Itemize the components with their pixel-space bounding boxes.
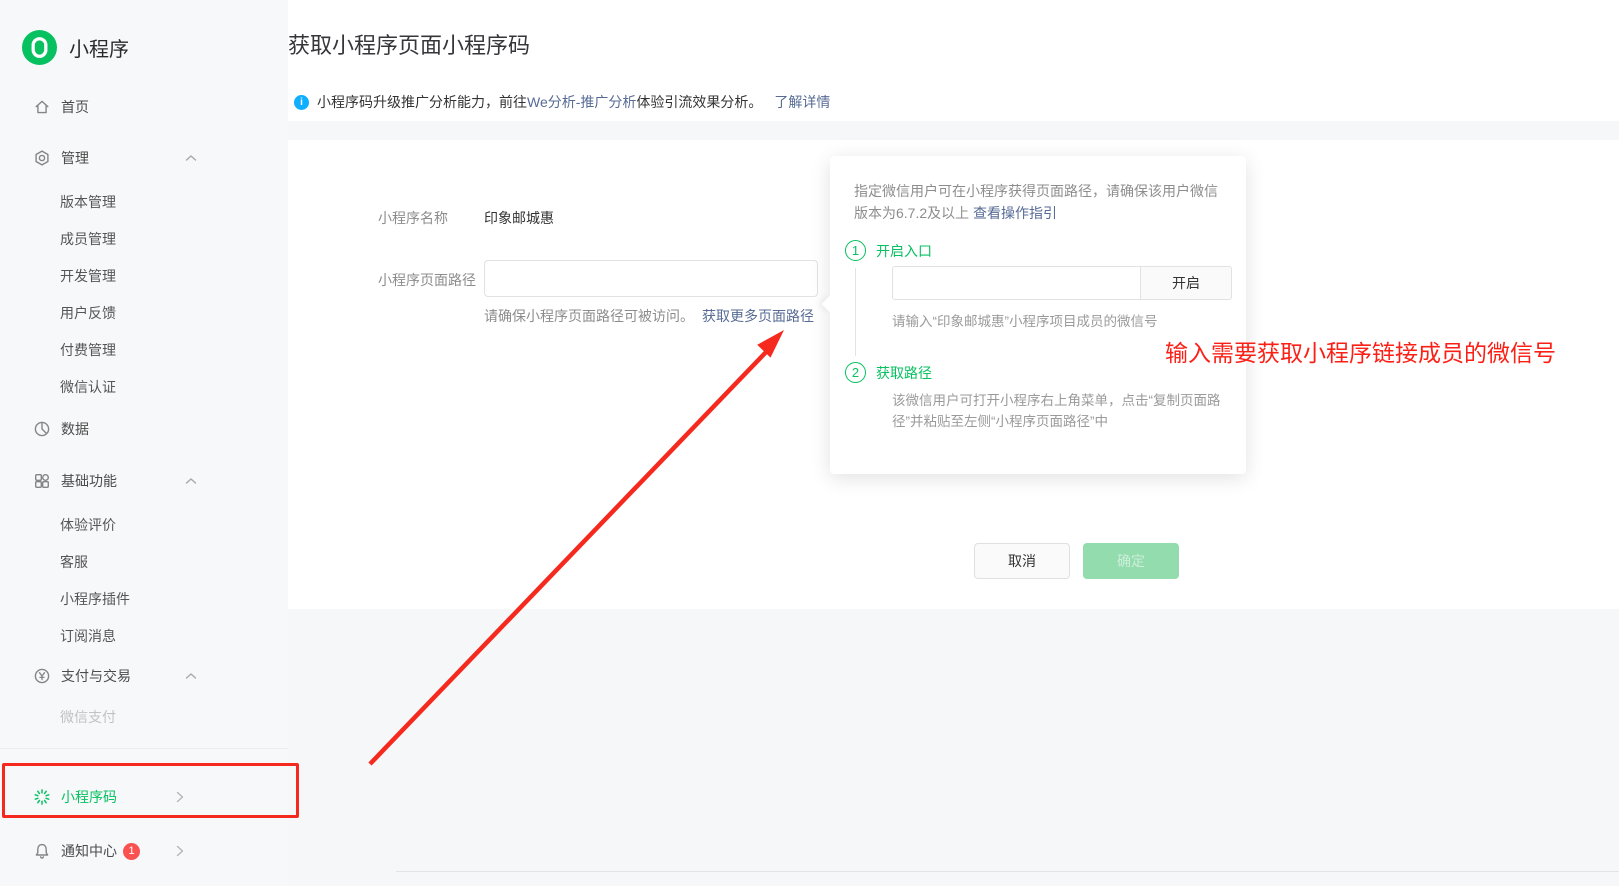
- data-icon: [33, 420, 51, 438]
- miniprogram-name-label: 小程序名称: [378, 208, 448, 228]
- sidebar-item-label: 用户反馈: [60, 303, 116, 323]
- chevron-right-icon: [176, 845, 184, 857]
- info-icon: i: [294, 95, 309, 110]
- wechat-id-input[interactable]: [892, 266, 1141, 300]
- chevron-up-icon[interactable]: [185, 478, 197, 485]
- sidebar-item-label: 数据: [61, 419, 89, 439]
- apps-grid-icon: [33, 472, 51, 490]
- hint-text: 请确保小程序页面路径可被访问。: [484, 308, 694, 324]
- sidebar-item-payment-trade[interactable]: 支付与交易: [0, 654, 288, 698]
- sidebar-item-label: 成员管理: [60, 229, 116, 249]
- notification-badge: 1: [123, 843, 140, 860]
- chevron-up-icon[interactable]: [185, 155, 197, 162]
- miniprogram-name-value: 印象邮城惠: [484, 208, 554, 228]
- wechat-id-input-group: 开启: [892, 266, 1232, 300]
- step1-title: 开启入口: [876, 241, 932, 261]
- sidebar-item-label: 体验评价: [60, 515, 116, 535]
- sidebar-item-pay-manage[interactable]: 付费管理: [0, 331, 288, 368]
- sidebar-item-minicode[interactable]: 小程序码: [0, 775, 288, 819]
- open-button[interactable]: 开启: [1141, 266, 1232, 300]
- sidebar-item-label: 首页: [61, 97, 89, 117]
- app-logo: 小程序: [0, 0, 288, 65]
- main-content: 获取小程序页面小程序码 i 小程序码升级推广分析能力，前往We分析-推广分析体验…: [288, 0, 1619, 886]
- sidebar-item-wechat-verify[interactable]: 微信认证: [0, 368, 288, 405]
- app-title: 小程序: [69, 33, 129, 62]
- sidebar-item-wechat-pay[interactable]: 微信支付: [0, 698, 288, 735]
- miniprogram-logo-icon: [22, 30, 57, 65]
- sidebar-item-label: 付费管理: [60, 340, 116, 360]
- sidebar-item-dev-manage[interactable]: 开发管理: [0, 257, 288, 294]
- manage-icon: [33, 149, 51, 167]
- get-more-paths-link[interactable]: 获取更多页面路径: [702, 308, 814, 324]
- sidebar-item-data[interactable]: 数据: [0, 407, 288, 451]
- sidebar-item-label: 订阅消息: [60, 626, 116, 646]
- sidebar-item-label: 小程序码: [61, 787, 117, 807]
- wechat-miniprogram-console: { "app": { "logo_title": "小程序" }, "sideb…: [0, 0, 1619, 886]
- step2-header: 2 获取路径: [845, 362, 932, 383]
- sidebar-item-home[interactable]: 首页: [0, 85, 288, 129]
- sidebar: 小程序 首页 管理 版本管理 成员管理 开发管理 用户反馈 付费管理 微信认证: [0, 0, 288, 886]
- sidebar-item-label: 管理: [61, 148, 89, 168]
- sidebar-nav: 首页 管理 版本管理 成员管理 开发管理 用户反馈 付费管理 微信认证 数据: [0, 85, 288, 735]
- step-connector-line: [855, 268, 856, 356]
- annotation-note: 输入需要获取小程序链接成员的微信号: [1165, 334, 1556, 368]
- sidebar-item-basic-features[interactable]: 基础功能: [0, 459, 288, 503]
- banner-text: 小程序码升级推广分析能力，前往: [317, 92, 527, 112]
- sidebar-item-customer-service[interactable]: 客服: [0, 543, 288, 580]
- sidebar-item-subscribe-message[interactable]: 订阅消息: [0, 617, 288, 654]
- sidebar-item-label: 微信支付: [60, 707, 116, 727]
- sidebar-item-label: 支付与交易: [61, 666, 131, 686]
- sidebar-pinned-section: 小程序码 通知中心 1: [0, 748, 288, 873]
- popover-intro: 指定微信用户可在小程序获得页面路径，请确保该用户微信版本为6.7.2及以上 查看…: [854, 180, 1226, 224]
- step1-hint: 请输入“印象邮城惠”小程序项目成员的微信号: [892, 310, 1158, 330]
- minicode-burst-icon: [33, 788, 51, 806]
- view-guide-link[interactable]: 查看操作指引: [973, 205, 1057, 221]
- sidebar-item-user-feedback[interactable]: 用户反馈: [0, 294, 288, 331]
- page-path-input[interactable]: [484, 260, 818, 297]
- sidebar-item-label: 客服: [60, 552, 88, 572]
- sidebar-item-version-manage[interactable]: 版本管理: [0, 183, 288, 220]
- step2-number: 2: [845, 362, 866, 383]
- footer-divider: [396, 871, 1619, 872]
- sidebar-item-label: 小程序插件: [60, 589, 130, 609]
- step1-header: 1 开启入口: [845, 240, 932, 261]
- step2-title: 获取路径: [876, 363, 932, 383]
- banner-link-we-analysis[interactable]: We分析-推广分析: [527, 92, 636, 112]
- get-path-popover: 指定微信用户可在小程序获得页面路径，请确保该用户微信版本为6.7.2及以上 查看…: [830, 156, 1246, 474]
- sidebar-item-label: 基础功能: [61, 471, 117, 491]
- step2-description: 该微信用户可打开小程序右上角菜单，点击“复制页面路径”并粘贴至左侧“小程序页面路…: [892, 390, 1246, 432]
- page-title: 获取小程序页面小程序码: [288, 28, 1619, 60]
- sidebar-item-label: 开发管理: [60, 266, 116, 286]
- banner-text: 体验引流效果分析。: [636, 92, 762, 112]
- yuan-pay-icon: [33, 667, 51, 685]
- page-path-hint: 请确保小程序页面路径可被访问。获取更多页面路径: [484, 306, 814, 326]
- page-path-label: 小程序页面路径: [378, 270, 476, 290]
- sidebar-item-plugins[interactable]: 小程序插件: [0, 580, 288, 617]
- confirm-button-disabled[interactable]: 确定: [1083, 543, 1179, 579]
- sidebar-item-notification-center[interactable]: 通知中心 1: [0, 829, 288, 873]
- banner-link-learn-more[interactable]: 了解详情: [774, 92, 830, 112]
- sidebar-item-manage[interactable]: 管理: [0, 136, 288, 180]
- notice-banner: i 小程序码升级推广分析能力，前往We分析-推广分析体验引流效果分析。了解详情: [288, 83, 1619, 121]
- chevron-up-icon[interactable]: [185, 673, 197, 680]
- sidebar-item-experience-review[interactable]: 体验评价: [0, 506, 288, 543]
- home-icon: [33, 98, 51, 116]
- sidebar-item-label: 微信认证: [60, 377, 116, 397]
- sidebar-item-label: 通知中心: [61, 841, 117, 861]
- chevron-right-icon: [176, 791, 184, 803]
- cancel-button[interactable]: 取消: [974, 543, 1070, 579]
- sidebar-item-label: 版本管理: [60, 192, 116, 212]
- sidebar-item-member-manage[interactable]: 成员管理: [0, 220, 288, 257]
- page-header: 获取小程序页面小程序码: [288, 0, 1619, 83]
- step1-number: 1: [845, 240, 866, 261]
- bell-icon: [33, 842, 51, 860]
